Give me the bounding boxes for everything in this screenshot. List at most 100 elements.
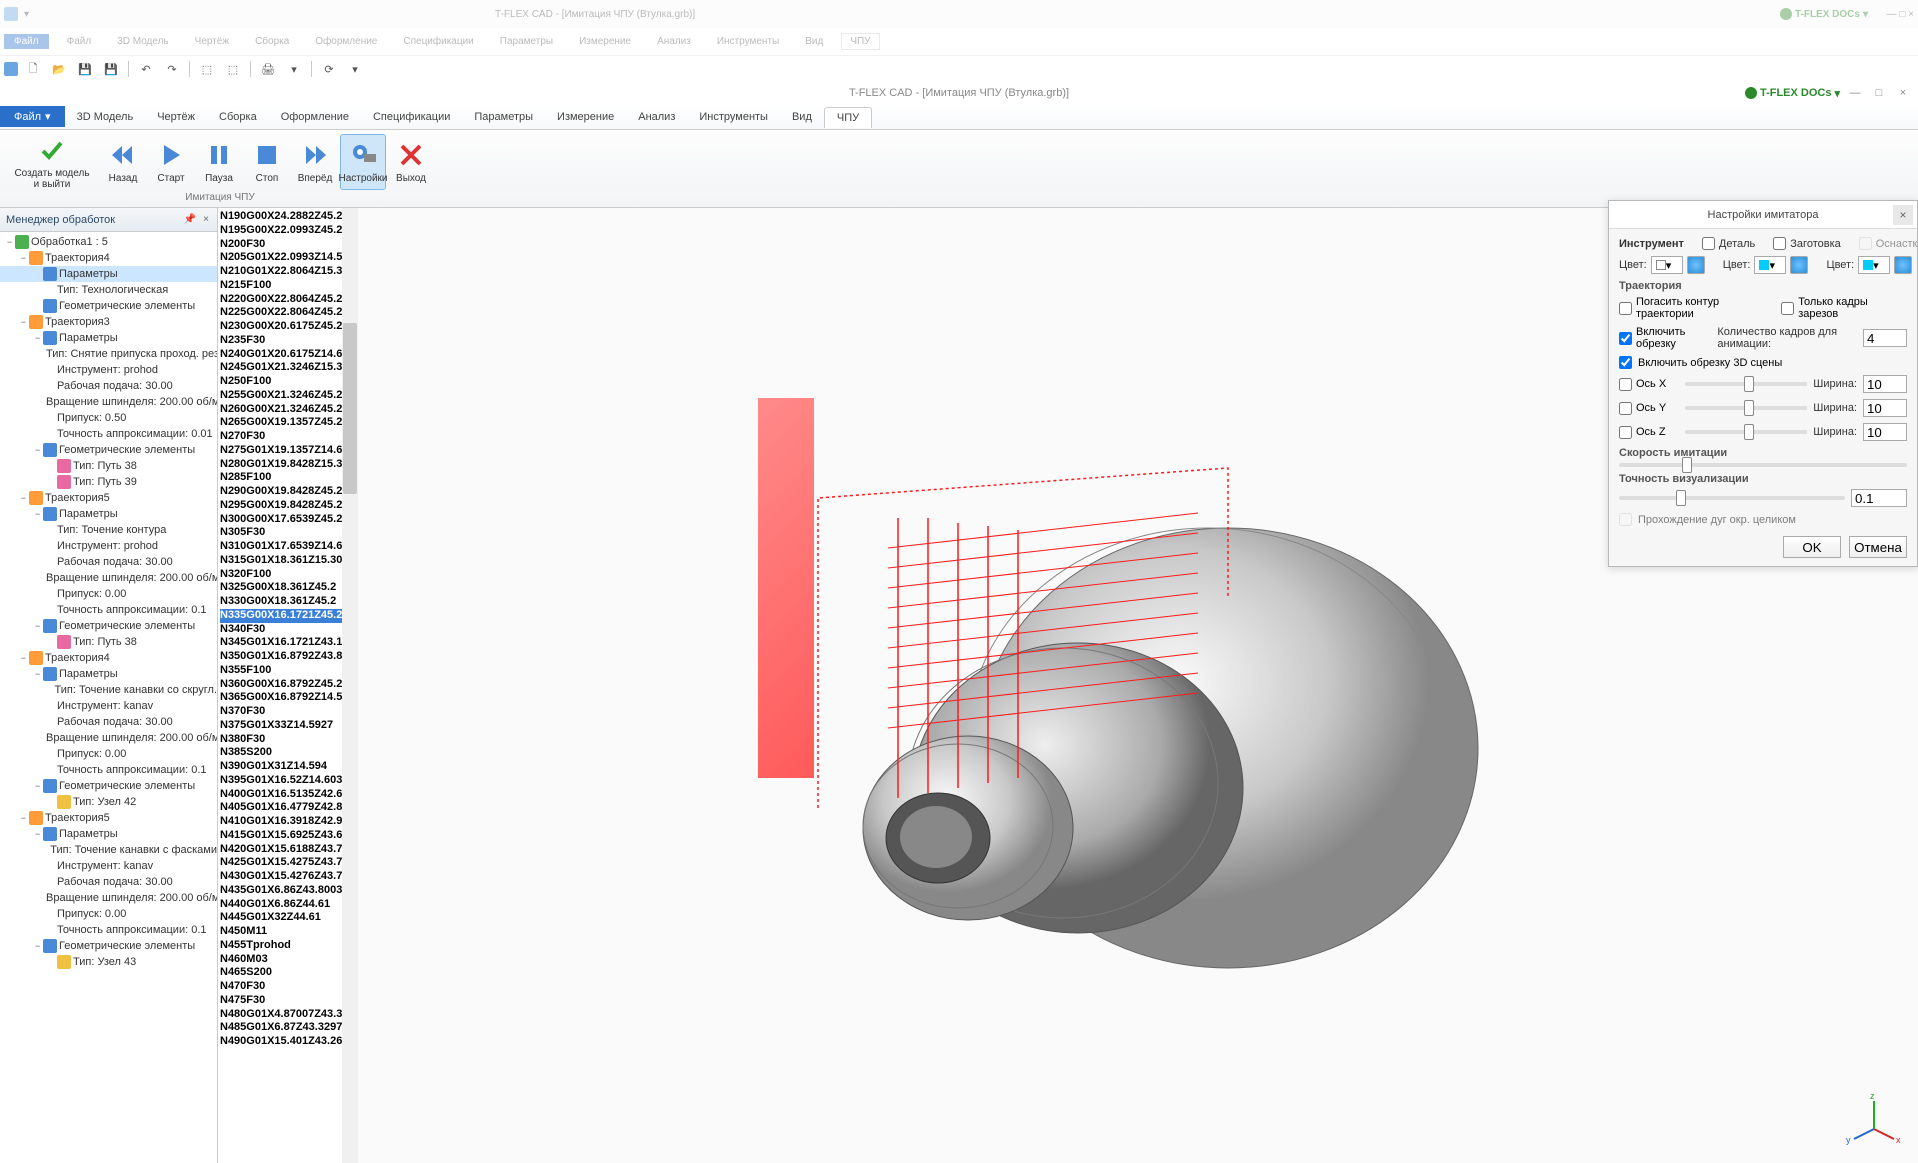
width-z[interactable] — [1863, 423, 1907, 441]
gcode-line[interactable]: N420G01X15.6188Z43.72 — [220, 843, 357, 857]
tree-node[interactable]: Рабочая подача: 30.00 — [0, 554, 217, 570]
ribbon-rew[interactable]: Назад — [100, 134, 146, 190]
gcode-line[interactable]: N445G01X32Z44.61 — [220, 911, 357, 925]
gcode-line[interactable]: N320F100 — [220, 568, 357, 582]
ribbon-gear[interactable]: Настройки — [340, 134, 386, 190]
ok-button[interactable]: OK — [1783, 536, 1841, 558]
width-y[interactable] — [1863, 399, 1907, 417]
chk-only-cut[interactable]: Только кадры зарезов — [1781, 296, 1907, 320]
color-tool[interactable]: Цвет: ▾ — [1619, 256, 1705, 274]
tree-node[interactable]: Геометрические элементы — [0, 298, 217, 314]
tree-node[interactable]: Точность аппроксимации: 0.1 — [0, 602, 217, 618]
menu-item-6[interactable]: Измерение — [545, 107, 626, 127]
ribbon-stop[interactable]: Стоп — [244, 134, 290, 190]
gcode-line[interactable]: N375G01X33Z14.5927 — [220, 719, 357, 733]
gcode-line[interactable]: N360G00X16.8792Z45.2 — [220, 678, 357, 692]
tree-node[interactable]: Рабочая подача: 30.00 — [0, 714, 217, 730]
slider-y[interactable] — [1685, 406, 1807, 410]
gcode-line[interactable]: N415G01X15.6925Z43.67 — [220, 829, 357, 843]
tree-node[interactable]: Тип: Снятие припуска проход. рез. — [0, 346, 217, 362]
qat-new[interactable]: 🗋 — [22, 58, 44, 80]
tree-node[interactable]: −Геометрические элементы — [0, 618, 217, 634]
gcode-line[interactable]: N200F30 — [220, 238, 357, 252]
tree-node[interactable]: Параметры — [0, 266, 217, 282]
tree-node[interactable]: Вращение шпинделя: 200.00 об/ми — [0, 730, 217, 746]
menu-item-3[interactable]: Оформление — [269, 107, 361, 127]
qat-alt1[interactable]: ⬚ — [196, 58, 218, 80]
gcode-line[interactable]: N210G01X22.8064Z15.30 — [220, 265, 357, 279]
tree-node[interactable]: −Траектория5 — [0, 810, 217, 826]
menu-item-0[interactable]: 3D Модель — [65, 107, 146, 127]
gcode-line[interactable]: N195G00X22.0993Z45.2 — [220, 224, 357, 238]
panel-close[interactable]: × — [199, 213, 213, 227]
dialog-close[interactable]: × — [1893, 205, 1913, 225]
gcode-line[interactable]: N490G01X15.401Z43.260 — [220, 1035, 357, 1049]
gcode-line[interactable]: N300G00X17.6539Z45.2 — [220, 513, 357, 527]
tree-node[interactable]: Тип: Путь 38 — [0, 458, 217, 474]
globe-icon[interactable] — [1894, 256, 1912, 274]
tree-node[interactable]: Инструмент: prohod — [0, 362, 217, 378]
gcode-line[interactable]: N290G00X19.8428Z45.2 — [220, 485, 357, 499]
qat-alt2[interactable]: ⬚ — [222, 58, 244, 80]
tree-node[interactable]: Тип: Точение канавки со скругл. — [0, 682, 217, 698]
tab-fixture[interactable]: Оснастка — [1859, 237, 1918, 250]
gcode-line[interactable]: N390G01X31Z14.594 — [220, 760, 357, 774]
slider-z[interactable] — [1685, 430, 1807, 434]
gcode-line[interactable]: N285F100 — [220, 471, 357, 485]
chk-enable-clip[interactable]: Включить обрезку — [1619, 326, 1711, 350]
gcode-line[interactable]: N255G00X21.3246Z45.2 — [220, 389, 357, 403]
restore-button[interactable]: □ — [1870, 84, 1888, 102]
mdi-close-button[interactable]: × — [1894, 84, 1912, 102]
panel-pin[interactable]: 📌 — [183, 213, 197, 227]
gcode-line[interactable]: N405G01X16.4779Z42.82 — [220, 801, 357, 815]
gcode-line[interactable]: N475F30 — [220, 994, 357, 1008]
gcode-line[interactable]: N470F30 — [220, 980, 357, 994]
tree-node[interactable]: −Траектория3 — [0, 314, 217, 330]
machining-tree[interactable]: −Обработка1 : 5−Траектория4ПараметрыТип:… — [0, 232, 217, 1163]
qat-undo[interactable]: ↶ — [135, 58, 157, 80]
gcode-line[interactable]: N265G00X19.1357Z45.2 — [220, 416, 357, 430]
chk-hide-contour[interactable]: Погасить контур траектории — [1619, 296, 1775, 320]
qat-open[interactable]: 📂 — [48, 58, 70, 80]
gcode-line[interactable]: N365G00X16.8792Z14.59 — [220, 691, 357, 705]
tree-node[interactable]: −Геометрические элементы — [0, 778, 217, 794]
menu-item-1[interactable]: Чертёж — [145, 107, 207, 127]
ribbon-ffwd[interactable]: Вперёд — [292, 134, 338, 190]
globe-icon[interactable] — [1790, 256, 1808, 274]
chk-3d-clip[interactable]: Включить обрезку 3D сцены — [1619, 356, 1907, 369]
color-part[interactable]: Цвет: ▾ — [1723, 256, 1809, 274]
tree-node[interactable]: Тип: Путь 38 — [0, 634, 217, 650]
tree-node[interactable]: Инструмент: prohod — [0, 538, 217, 554]
gcode-line[interactable]: N370F30 — [220, 705, 357, 719]
tree-node[interactable]: Точность аппроксимации: 0.1 — [0, 762, 217, 778]
slider-speed[interactable] — [1619, 463, 1907, 467]
gcode-line[interactable]: N245G01X21.3246Z15.30 — [220, 361, 357, 375]
gcode-line[interactable]: N440G01X6.86Z44.61 — [220, 898, 357, 912]
gcode-line[interactable]: N340F30 — [220, 623, 357, 637]
tree-node[interactable]: −Траектория4 — [0, 650, 217, 666]
color-blank[interactable]: Цвет: ▾ — [1826, 256, 1912, 274]
gcode-line[interactable]: N435G01X6.86Z43.8003 — [220, 884, 357, 898]
gcode-line[interactable]: N350G01X16.8792Z43.89 — [220, 650, 357, 664]
tree-node[interactable]: Рабочая подача: 30.00 — [0, 378, 217, 394]
tree-node[interactable]: Тип: Точение контура — [0, 522, 217, 538]
frames-input[interactable] — [1863, 329, 1907, 347]
gcode-line[interactable]: N315G01X18.361Z15.309 — [220, 554, 357, 568]
gcode-line[interactable]: N325G00X18.361Z45.2 — [220, 581, 357, 595]
tree-node[interactable]: −Параметры — [0, 826, 217, 842]
menu-item-5[interactable]: Параметры — [462, 107, 545, 127]
gcode-line[interactable]: N355F100 — [220, 664, 357, 678]
qat-redo[interactable]: ↷ — [161, 58, 183, 80]
width-x[interactable] — [1863, 375, 1907, 393]
cancel-button[interactable]: Отмена — [1849, 536, 1907, 558]
qat-down[interactable]: ▾ — [344, 58, 366, 80]
qat-save-all[interactable]: 💾 — [100, 58, 122, 80]
tab-part[interactable]: Деталь — [1702, 237, 1755, 250]
slider-accuracy[interactable] — [1619, 496, 1845, 500]
gcode-line[interactable]: N460M03 — [220, 953, 357, 967]
qat-more[interactable]: ▾ — [283, 58, 305, 80]
tree-node[interactable]: Тип: Узел 43 — [0, 954, 217, 970]
chk-axis-y[interactable]: Ось Y — [1619, 402, 1679, 415]
gcode-line[interactable]: N410G01X16.3918Z42.97 — [220, 815, 357, 829]
gcode-line[interactable]: N345G01X16.1721Z43.18 — [220, 636, 357, 650]
